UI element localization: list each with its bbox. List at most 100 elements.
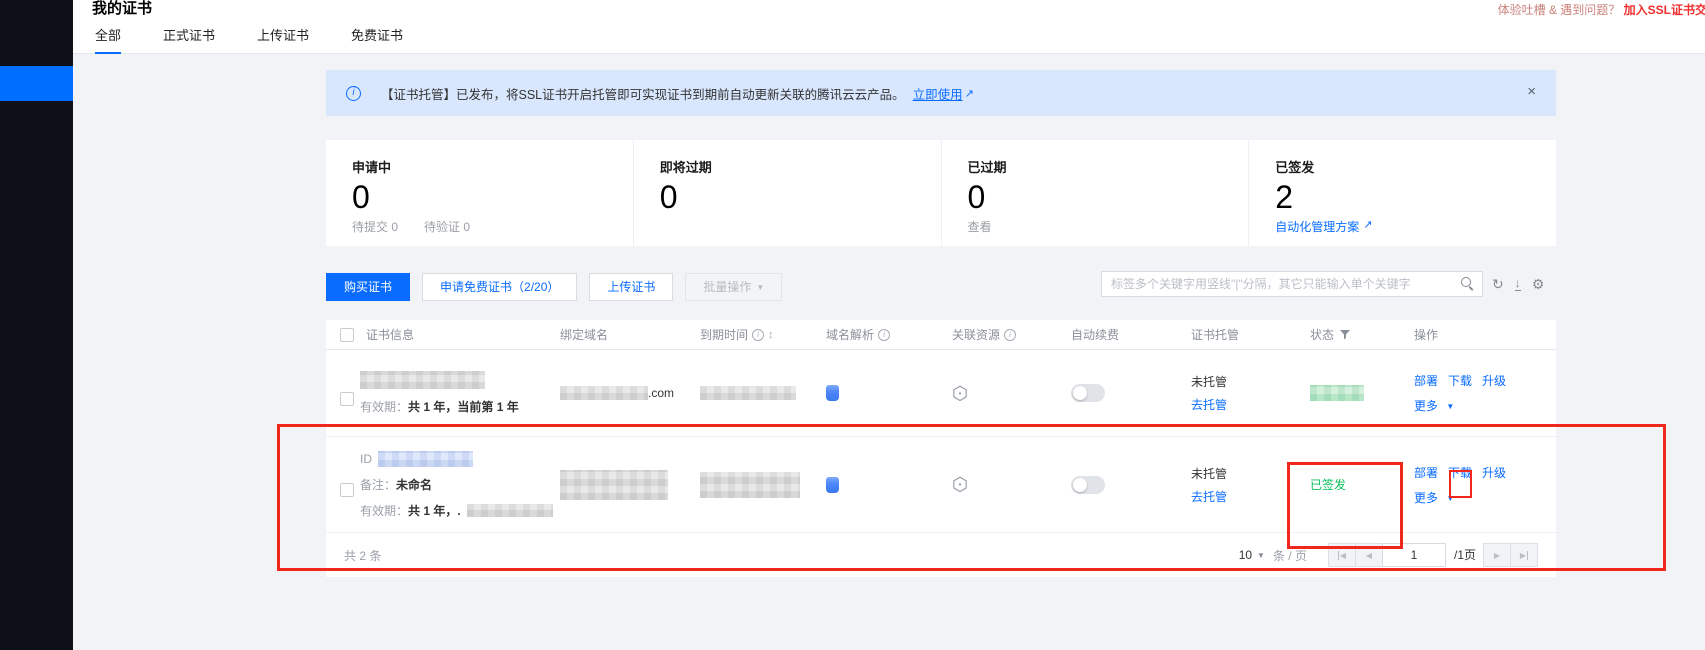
search-input[interactable]	[1101, 271, 1483, 297]
row-checkbox[interactable]	[340, 483, 354, 497]
chevron-down-icon: ▼	[756, 283, 764, 292]
col-bound-domain: 绑定域名	[560, 326, 700, 343]
download-link[interactable]: 下载	[1448, 464, 1472, 481]
filter-icon[interactable]	[1340, 330, 1350, 340]
col-auto-renew: 自动续费	[1071, 326, 1191, 343]
external-link-icon: ↗	[965, 87, 974, 100]
stat-view-link[interactable]: 查看	[968, 218, 992, 235]
automation-plan-link[interactable]: 自动化管理方案	[1275, 218, 1359, 235]
batch-actions-button[interactable]: 批量操作▼	[685, 273, 782, 301]
notice-banner: i 【证书托管】已发布，将SSL证书开启托管即可实现证书到期前自动更新关联的腾讯…	[326, 70, 1556, 116]
redacted-cert-id	[378, 451, 473, 467]
buy-cert-button[interactable]: 购买证书	[326, 273, 410, 301]
redacted-status-badge	[1310, 385, 1364, 401]
sort-icon[interactable]: ↕	[768, 329, 774, 341]
tab-all[interactable]: 全部	[95, 26, 121, 54]
topbar: 我的证书 全部 正式证书 上传证书 免费证书 体验吐槽 & 遇到问题？ 加入SS…	[73, 0, 1705, 54]
page-total-label: /1页	[1446, 543, 1484, 567]
info-icon[interactable]: i	[1004, 329, 1016, 341]
promo-link[interactable]: 加入SSL证书交流	[1624, 3, 1705, 17]
redacted-validity-date	[467, 504, 553, 517]
search-group: ↻ ↓ ⚙	[1101, 271, 1544, 297]
download-link[interactable]: 下载	[1448, 372, 1472, 389]
auto-renew-toggle[interactable]	[1071, 384, 1105, 402]
stat-label: 申请中	[352, 157, 633, 176]
more-link[interactable]: 更多 ▼	[1414, 489, 1454, 506]
stat-expiring-soon: 即将过期 0	[633, 140, 941, 246]
prev-page-button[interactable]: ◀	[1355, 543, 1383, 567]
col-cert-hosting: 证书托管	[1191, 326, 1310, 343]
row-checkbox[interactable]	[340, 392, 354, 406]
gear-icon[interactable]: ⚙	[1532, 276, 1545, 293]
redacted-expire-date	[700, 386, 796, 400]
domain-suffix: .com	[648, 386, 674, 400]
stat-expired: 已过期 0 查看	[941, 140, 1249, 246]
tab-formal-cert[interactable]: 正式证书	[163, 26, 215, 54]
close-icon[interactable]: ×	[1527, 84, 1536, 99]
last-page-button[interactable]: ▶	[1510, 543, 1538, 567]
tab-bar: 全部 正式证书 上传证书 免费证书	[95, 26, 403, 54]
page-title: 我的证书	[92, 0, 152, 18]
stat-value: 0	[660, 181, 941, 215]
select-all-checkbox[interactable]	[340, 328, 354, 342]
first-page-button[interactable]: ◀	[1328, 543, 1356, 567]
col-status: 状态	[1310, 326, 1334, 343]
next-page-button[interactable]: ▶	[1483, 543, 1511, 567]
info-icon[interactable]: i	[752, 329, 764, 341]
sidebar	[0, 0, 73, 650]
validity-value: 共 1 年，当前第 1 年	[408, 398, 519, 415]
resource-hexagon-icon[interactable]	[952, 476, 968, 493]
stat-value: 0	[968, 181, 1249, 215]
hosting-status: 未托管	[1191, 465, 1227, 482]
upload-cert-button[interactable]: 上传证书	[589, 273, 673, 301]
cert-table: 证书信息 绑定域名 到期时间 i ↕ 域名解析 i 关联资源 i 自动续费 证书…	[326, 320, 1556, 577]
page-size-suffix: 条 / 页	[1273, 547, 1307, 564]
col-expire-time: 到期时间	[700, 326, 748, 343]
note-label: 备注：	[360, 476, 396, 493]
stat-applying: 申请中 0 待提交 0 待验证 0	[326, 140, 633, 246]
go-hosting-link[interactable]: 去托管	[1191, 488, 1227, 505]
go-hosting-link[interactable]: 去托管	[1191, 396, 1227, 413]
stat-sub-pending-submit: 待提交 0	[352, 218, 398, 235]
refresh-icon[interactable]: ↻	[1492, 276, 1504, 293]
download-icon[interactable]: ↓	[1515, 277, 1521, 291]
info-icon: i	[346, 86, 361, 101]
col-domain-resolve: 域名解析	[826, 326, 874, 343]
dns-resolve-icon[interactable]	[826, 385, 839, 401]
validity-label: 有效期：	[360, 398, 408, 415]
col-cert-info: 证书信息	[366, 326, 414, 343]
redacted-domain	[560, 470, 668, 500]
pagination: 共 2 条 10▼ 条 / 页 ◀ ◀ /1页 ▶ ▶	[326, 533, 1556, 577]
sidebar-active-item[interactable]	[0, 66, 73, 101]
hosting-status: 未托管	[1191, 373, 1227, 390]
tab-free-cert[interactable]: 免费证书	[351, 26, 403, 54]
apply-free-cert-button[interactable]: 申请免费证书（2/20）	[422, 273, 577, 301]
stat-value: 0	[352, 181, 633, 215]
dns-resolve-icon[interactable]	[826, 477, 839, 493]
upgrade-link[interactable]: 升级	[1482, 372, 1506, 389]
promo: 体验吐槽 & 遇到问题？ 加入SSL证书交流	[1498, 1, 1705, 18]
note-value: 未命名	[396, 476, 432, 493]
search-icon[interactable]	[1461, 277, 1475, 291]
last-page-icon: ▶	[1520, 551, 1528, 560]
auto-renew-toggle[interactable]	[1071, 476, 1105, 494]
validity-value: 共 1 年，.	[408, 502, 461, 519]
deploy-link[interactable]: 部署	[1414, 464, 1438, 481]
upgrade-link[interactable]: 升级	[1482, 464, 1506, 481]
deploy-link[interactable]: 部署	[1414, 372, 1438, 389]
promo-text: 体验吐槽 & 遇到问题？	[1498, 3, 1621, 17]
more-link[interactable]: 更多 ▼	[1414, 397, 1454, 414]
stat-issued: 已签发 2 自动化管理方案 ↗	[1248, 140, 1556, 246]
resource-hexagon-icon[interactable]	[952, 385, 968, 402]
table-row: 有效期： 共 1 年，当前第 1 年 .com 未托管 去托管 部署 下载 升级	[326, 350, 1556, 437]
banner-use-now-link[interactable]: 立即使用	[913, 84, 963, 103]
info-icon[interactable]: i	[878, 329, 890, 341]
stat-value: 2	[1275, 181, 1556, 215]
page-number-input[interactable]	[1382, 543, 1446, 567]
stat-label: 即将过期	[660, 157, 941, 176]
validity-label: 有效期：	[360, 502, 408, 519]
tab-uploaded-cert[interactable]: 上传证书	[257, 26, 309, 54]
chevron-down-icon: ▼	[1446, 494, 1454, 503]
page-size-select[interactable]: 10▼	[1239, 548, 1265, 562]
col-linked-resource: 关联资源	[952, 326, 1000, 343]
